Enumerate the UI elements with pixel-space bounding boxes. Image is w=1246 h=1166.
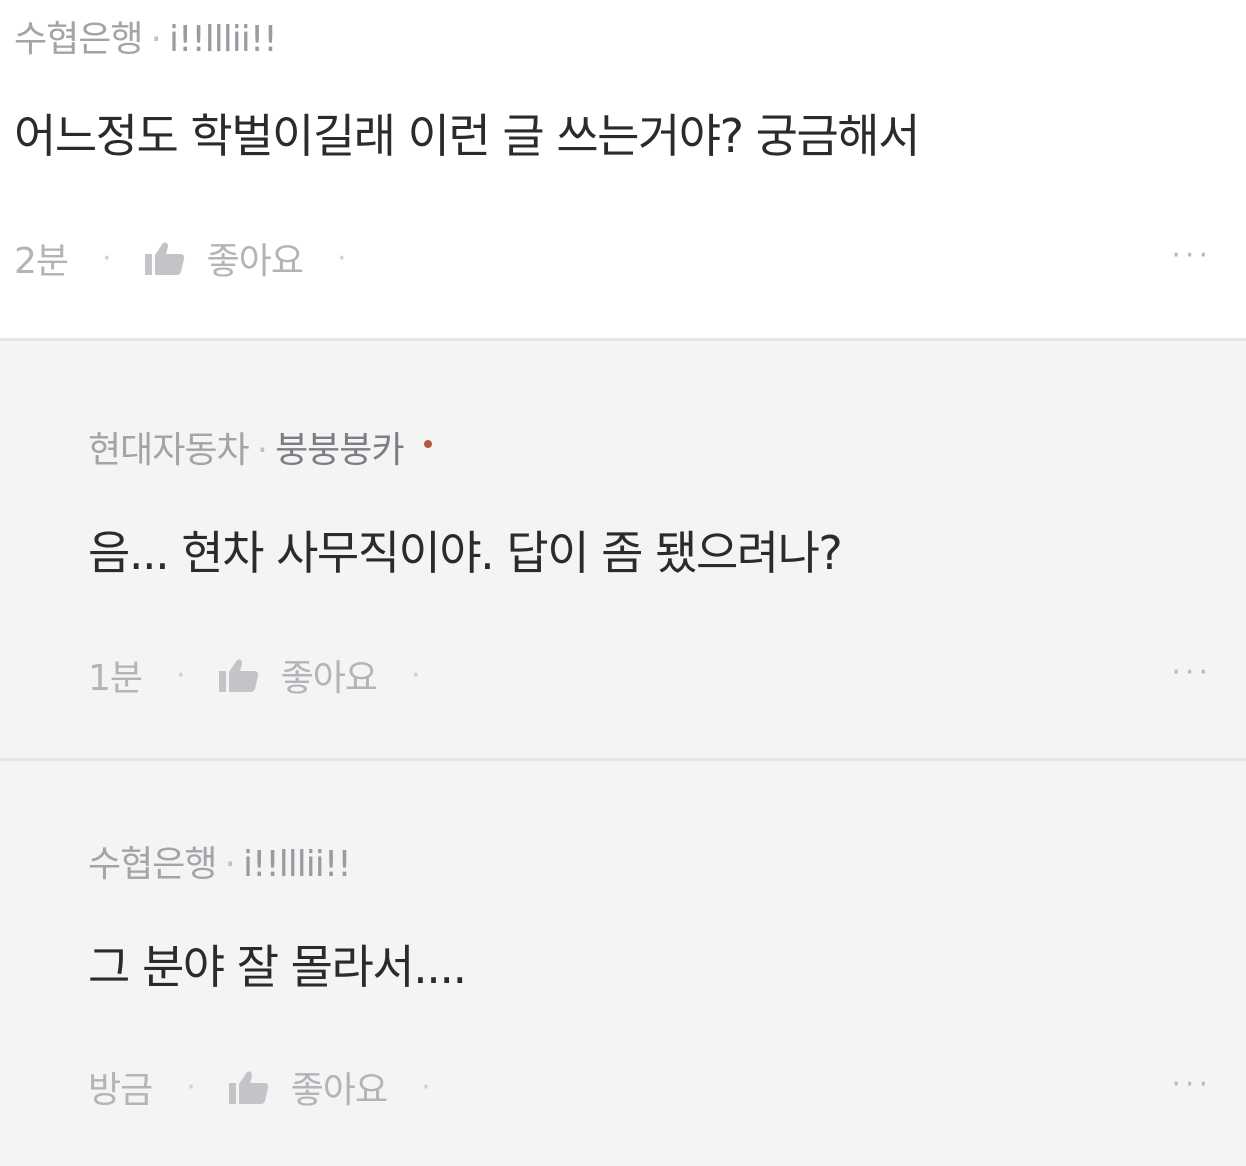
author-nickname: 붕붕붕카 [275,430,404,471]
author-company: 수협은행 [14,19,143,60]
thumbs-up-icon [228,1071,268,1104]
comment-actions: 방금 · 좋아요 · [88,1061,464,1113]
thumbs-up-icon [218,659,258,692]
comment-text: 음... 현차 사무직이야. 답이 좀 됐으려나? [88,526,843,580]
comment-item: 수협은행 · i!!lllii!! 어느정도 학벌이길래 이런 글 쓰는거야? 궁금… [0,0,1246,338]
author-nickname: i!!lllii!! [242,844,352,885]
comment-text: 그 분야 잘 몰라서.... [88,940,467,994]
author-dot-icon [423,440,432,448]
comment-actions: 1분 · 좋아요 · [88,649,454,701]
action-separator: · [410,657,420,693]
more-options-icon[interactable]: ··· [1171,238,1212,273]
reply-item: 수협은행 · i!!lllii!! 그 분야 잘 몰라서.... 방금 · 좋아요 … [0,758,1246,1166]
comment-time: 1분 [88,658,143,699]
thumbs-up-icon [144,242,184,275]
more-options-icon[interactable]: ··· [1171,1067,1212,1102]
like-button[interactable]: 좋아요 [228,1061,388,1113]
action-separator: · [176,657,185,693]
comment-author[interactable]: 수협은행 · i!!lllii!! [14,10,278,62]
action-separator: · [186,1069,195,1105]
comment-time: 방금 [88,1070,153,1111]
like-label: 좋아요 [280,658,378,699]
action-separator: · [336,240,346,276]
reply-item: 현대자동차 · 붕붕붕카 음... 현차 사무직이야. 답이 좀 됐으려나? 1분 … [0,338,1246,758]
comment-author[interactable]: 현대자동차 · 붕붕붕카 [88,421,432,473]
author-nickname: i!!lllii!! [168,19,278,60]
author-company: 수협은행 [88,844,217,885]
comment-time: 2분 [14,241,69,282]
like-button[interactable]: 좋아요 [218,649,378,701]
meta-separator: · [150,19,161,60]
like-label: 좋아요 [290,1070,388,1111]
like-label: 좋아요 [206,241,304,282]
action-separator: · [102,240,111,276]
comment-author[interactable]: 수협은행 · i!!lllii!! [88,835,352,887]
comment-actions: 2분 · 좋아요 · [14,232,380,284]
like-button[interactable]: 좋아요 [144,232,304,284]
meta-separator: · [224,844,235,885]
action-separator: · [421,1069,430,1105]
author-company: 현대자동차 [88,430,250,471]
more-options-icon[interactable]: ··· [1171,655,1212,690]
meta-separator: · [256,430,268,471]
comment-text: 어느정도 학벌이길래 이런 글 쓰는거야? 궁금해서 [14,109,920,163]
